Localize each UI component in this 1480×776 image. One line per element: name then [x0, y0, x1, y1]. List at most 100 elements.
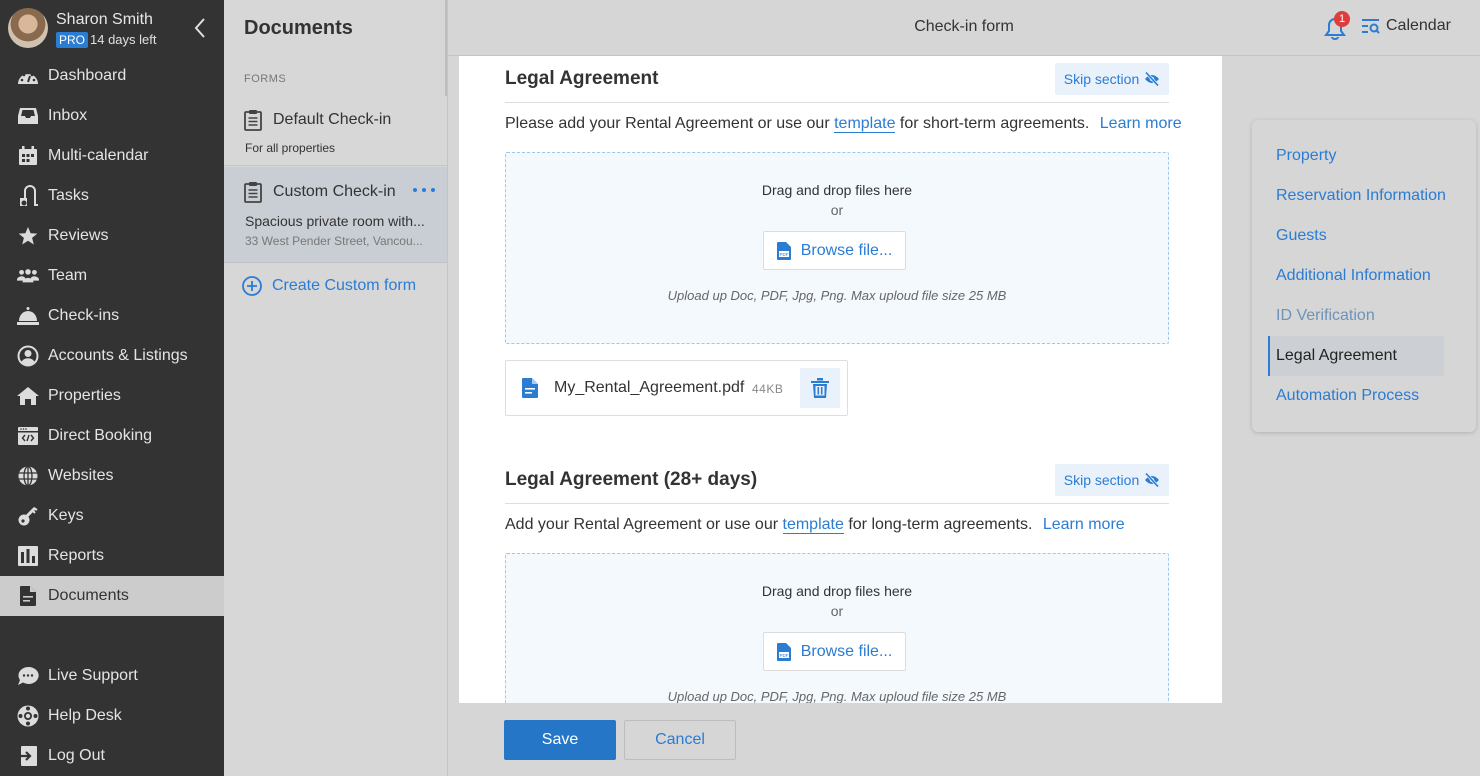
- section-link-reservation-information[interactable]: Reservation Information: [1268, 176, 1446, 216]
- skip-section-label: Skip section: [1063, 71, 1140, 87]
- nav-label: Documents: [48, 587, 129, 604]
- section-title: Legal Agreement (28+ days): [505, 469, 758, 490]
- nav-item-live-support[interactable]: Live Support: [0, 656, 224, 696]
- nav-label: Reviews: [48, 227, 109, 244]
- nav-item-direct-booking[interactable]: Direct Booking: [0, 416, 224, 456]
- dropzone-or: or: [830, 603, 844, 619]
- nav-label: Log Out: [48, 747, 105, 764]
- cancel-button[interactable]: Cancel: [624, 720, 736, 760]
- form-subtitle: For all properties: [245, 141, 336, 155]
- plan-badge: PRO: [56, 32, 89, 48]
- section-link-additional-information[interactable]: Additional Information: [1268, 256, 1444, 296]
- section-title: Legal Agreement: [505, 68, 659, 89]
- eye-off-icon: [1145, 473, 1160, 487]
- template-link[interactable]: template: [782, 516, 844, 534]
- documents-scrollbar[interactable]: [445, 0, 447, 96]
- browse-label: Browse file...: [800, 241, 893, 259]
- home-icon: [17, 387, 39, 405]
- save-button[interactable]: Save: [504, 720, 616, 760]
- vacuum-icon: [20, 185, 38, 206]
- section-link-property[interactable]: Property: [1268, 136, 1444, 176]
- nav-item-accounts-listings[interactable]: Accounts & Listings: [0, 336, 224, 376]
- user-circle-icon: [17, 345, 39, 367]
- nav-item-check-ins[interactable]: Check-ins: [0, 296, 224, 336]
- file-dropzone[interactable]: Drag and drop files here or PDF Browse f…: [505, 553, 1169, 704]
- nav-item-team[interactable]: Team: [0, 256, 224, 296]
- browse-file-button[interactable]: PDF Browse file...: [763, 231, 906, 270]
- more-options-button[interactable]: [413, 185, 435, 195]
- inbox-icon: [18, 108, 38, 124]
- bell-desk-icon: [17, 307, 39, 325]
- form-name: Default Check-in: [273, 111, 392, 128]
- chevron-left-icon: [194, 18, 205, 38]
- dropzone-or: or: [830, 202, 844, 218]
- nav-item-reports[interactable]: Reports: [0, 536, 224, 576]
- section-link-legal-agreement[interactable]: Legal Agreement: [1268, 336, 1444, 376]
- create-form-label: Create Custom form: [272, 277, 417, 294]
- nav-label: Properties: [48, 387, 121, 404]
- file-name: My_Rental_Agreement.pdf: [554, 379, 745, 396]
- desc-text: for long-term agreements.: [848, 516, 1033, 533]
- user-name: Sharon Smith: [56, 11, 153, 28]
- nav-item-websites[interactable]: Websites: [0, 456, 224, 496]
- avatar: [8, 8, 48, 48]
- learn-more-link[interactable]: Learn more: [1100, 115, 1182, 132]
- nav-item-tasks[interactable]: Tasks: [0, 176, 224, 216]
- nav-label: Direct Booking: [48, 427, 153, 444]
- nav-label: Multi-calendar: [48, 147, 149, 164]
- nav-label: Tasks: [48, 187, 89, 204]
- nav-item-properties[interactable]: Properties: [0, 376, 224, 416]
- section-link-guests[interactable]: Guests: [1268, 216, 1444, 256]
- nav-item-multi-calendar[interactable]: Multi-calendar: [0, 136, 224, 176]
- file-icon: [522, 378, 538, 398]
- collapse-sidebar-button[interactable]: [190, 14, 210, 42]
- code-window-icon: [18, 427, 38, 445]
- section-navigator: Property Reservation Information Guests …: [1252, 120, 1476, 432]
- trial-status: 14 days left: [90, 32, 157, 47]
- learn-more-link[interactable]: Learn more: [1043, 516, 1125, 533]
- documents-panel: Documents FORMS Default Check-in For all…: [224, 0, 448, 776]
- browse-file-button[interactable]: PDF Browse file...: [763, 632, 906, 671]
- upload-hint: Upload up Doc, PDF, Jpg, Png. Max uploud…: [667, 689, 1007, 704]
- upload-hint: Upload up Doc, PDF, Jpg, Png. Max uploud…: [667, 288, 1007, 303]
- nav-item-log-out[interactable]: Log Out: [0, 736, 224, 776]
- star-icon: [18, 227, 38, 245]
- section-link-automation-process[interactable]: Automation Process: [1268, 376, 1444, 416]
- document-icon: [20, 586, 36, 606]
- calendar-label: Calendar: [1386, 17, 1451, 34]
- form-item-custom-check-in[interactable]: Custom Check-in Spacious private room wi…: [224, 167, 447, 263]
- delete-file-button[interactable]: [800, 368, 840, 408]
- plus-circle-icon: [242, 276, 262, 296]
- nav-item-keys[interactable]: Keys: [0, 496, 224, 536]
- nav-label: Reports: [48, 547, 105, 564]
- calendar-button[interactable]: Calendar: [1362, 17, 1451, 35]
- nav-item-help-desk[interactable]: Help Desk: [0, 696, 224, 736]
- form-item-default-check-in[interactable]: Default Check-in For all properties: [224, 96, 447, 166]
- skip-section-button[interactable]: Skip section: [1055, 464, 1169, 496]
- file-size: 44KB: [752, 382, 784, 396]
- create-custom-form-button[interactable]: Create Custom form: [242, 276, 416, 296]
- nav-label: Dashboard: [48, 67, 127, 84]
- nav-item-documents[interactable]: Documents: [0, 576, 224, 616]
- nav-item-reviews[interactable]: Reviews: [0, 216, 224, 256]
- nav-item-dashboard[interactable]: Dashboard: [0, 56, 224, 96]
- file-dropzone[interactable]: Drag and drop files here or PDF Browse f…: [505, 152, 1169, 344]
- nav-label: Keys: [48, 507, 84, 524]
- section-link-id-verification[interactable]: ID Verification: [1268, 296, 1444, 336]
- key-icon: [18, 506, 38, 526]
- desc-text: for short-term agreements.: [899, 115, 1090, 132]
- nav-label: Team: [48, 267, 88, 284]
- trash-icon: [811, 378, 829, 398]
- team-icon: [17, 269, 39, 283]
- top-bar: Check-in form 1 Calendar: [448, 0, 1480, 56]
- nav-item-inbox[interactable]: Inbox: [0, 96, 224, 136]
- skip-section-button[interactable]: Skip section: [1055, 63, 1169, 95]
- form-name: Custom Check-in: [273, 183, 396, 200]
- nav-label: Accounts & Listings: [48, 347, 188, 364]
- template-link[interactable]: template: [834, 115, 896, 133]
- nav-label: Websites: [48, 467, 114, 484]
- chat-icon: [18, 666, 39, 685]
- skip-section-label: Skip section: [1063, 472, 1140, 488]
- globe-icon: [18, 466, 38, 486]
- user-profile[interactable]: Sharon Smith PRO 14 days left: [0, 0, 224, 56]
